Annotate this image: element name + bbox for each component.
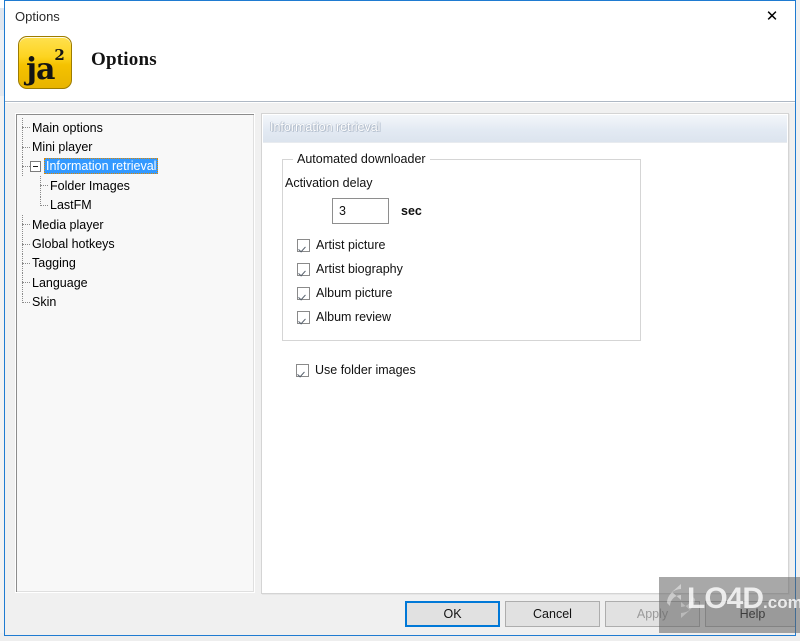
tree-item-information-retrieval[interactable]: Information retrieval [16, 156, 254, 176]
checkbox-box-icon[interactable] [297, 262, 310, 276]
tree-item-label: Main options [32, 120, 103, 135]
logo-glyph: ja2 [19, 37, 71, 88]
checkbox-box-icon[interactable] [297, 286, 310, 300]
ok-button[interactable]: OK [405, 601, 500, 627]
close-icon[interactable]: ✕ [749, 1, 795, 31]
checkbox-label: Artist picture [316, 238, 386, 252]
activation-delay-unit: sec [401, 204, 422, 218]
tree-connector [16, 215, 30, 235]
tree-item-skin[interactable]: Skin [16, 292, 254, 312]
tree-item-label: Tagging [32, 256, 76, 271]
tree-item-label: LastFM [50, 198, 92, 213]
checkbox-album-review[interactable]: Album review [297, 310, 391, 324]
tree-item-label: Information retrieval [44, 158, 159, 175]
tree-connector [16, 156, 30, 176]
groupbox-title: Automated downloader [293, 152, 430, 166]
title-bar: Options ✕ [5, 1, 795, 32]
tree-connector [16, 118, 30, 138]
options-dialog: Options ✕ ja2 Options Main options Mini p… [4, 0, 796, 636]
tree-connector [34, 195, 48, 215]
tree-item-label: Media player [32, 217, 104, 232]
tree-connector [16, 234, 30, 254]
checkbox-album-picture[interactable]: Album picture [297, 286, 392, 300]
checkbox-label: Use folder images [315, 363, 416, 377]
window-title: Options [15, 9, 60, 24]
activation-delay-label: Activation delay [285, 176, 373, 190]
checkbox-label: Album picture [316, 286, 393, 300]
tree-connector [16, 273, 30, 293]
tree-connector [16, 137, 30, 157]
checkbox-artist-biography[interactable]: Artist biography [297, 262, 403, 276]
options-tree[interactable]: Main options Mini player Information retri… [16, 118, 254, 312]
tree-item-tagging[interactable]: Tagging [16, 253, 254, 273]
tree-connector [34, 176, 48, 196]
apply-button[interactable]: Apply [605, 601, 700, 627]
checkbox-box-icon[interactable] [296, 363, 309, 377]
tree-item-folder-images[interactable]: Folder Images [16, 176, 254, 196]
help-button[interactable]: Help [705, 601, 795, 627]
activation-delay-input[interactable] [332, 198, 389, 224]
tree-item-label: Global hotkeys [32, 237, 115, 252]
tree-item-mini-player[interactable]: Mini player [16, 137, 254, 157]
checkbox-box-icon[interactable] [297, 310, 310, 324]
checkbox-label: Album review [316, 310, 392, 324]
checkbox-artist-picture[interactable]: Artist picture [297, 238, 385, 252]
jaangle-logo-icon: ja2 [18, 36, 72, 89]
content-header-title: Information retrieval [270, 120, 381, 134]
tree-connector [16, 292, 30, 312]
dialog-body: Main options Mini player Information retri… [5, 103, 795, 635]
checkbox-box-icon[interactable] [297, 238, 310, 252]
dialog-header: ja2 Options [5, 32, 795, 102]
tree-item-global-hotkeys[interactable]: Global hotkeys [16, 234, 254, 254]
tree-connector [16, 253, 30, 273]
logo-letters: ja [26, 52, 55, 87]
automated-downloader-groupbox: Automated downloader Activation delay se… [282, 152, 641, 341]
tree-item-main-options[interactable]: Main options [16, 118, 254, 138]
tree-collapse-icon[interactable] [30, 160, 41, 172]
tree-item-language[interactable]: Language [16, 273, 254, 293]
cancel-button[interactable]: Cancel [505, 601, 600, 627]
tree-item-media-player[interactable]: Media player [16, 215, 254, 235]
tree-item-label: Skin [32, 295, 57, 310]
logo-superscript: 2 [54, 45, 64, 64]
dialog-button-row: OK Cancel Apply Help [5, 601, 795, 635]
content-panel: Information retrieval Automated download… [261, 113, 789, 594]
checkbox-use-folder-images[interactable]: Use folder images [296, 363, 416, 377]
options-tree-panel[interactable]: Main options Mini player Information retri… [15, 113, 255, 593]
tree-item-label: Mini player [32, 140, 93, 155]
tree-item-label: Language [32, 275, 88, 290]
page-title: Options [91, 49, 157, 70]
content-header: Information retrieval [263, 115, 787, 143]
tree-item-lastfm[interactable]: LastFM [16, 195, 254, 215]
checkbox-label: Artist biography [316, 262, 403, 276]
tree-item-label: Folder Images [50, 178, 130, 193]
